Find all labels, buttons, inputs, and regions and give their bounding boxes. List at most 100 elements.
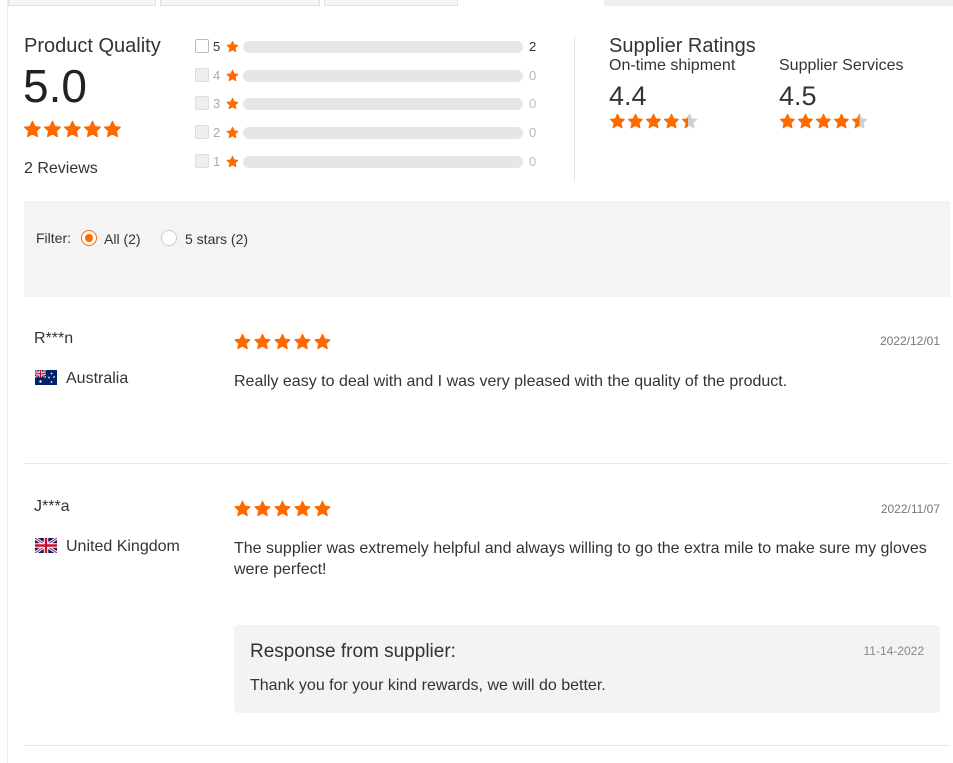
distribution-bar <box>243 156 523 168</box>
supplier-rating-stars <box>609 113 735 129</box>
radio-icon[interactable] <box>81 230 97 246</box>
review-date: 2022/12/01 <box>879 334 940 348</box>
distribution-count: 2 <box>529 39 537 54</box>
section-divider <box>574 36 575 181</box>
review-text: Really easy to deal with and I was very … <box>234 373 788 390</box>
supplier-response: Response from supplier: 11-14-2022 Thank… <box>234 625 940 713</box>
product-quality-score: 5.0 <box>23 60 87 112</box>
reviewer-country: Australia <box>66 370 129 387</box>
distribution-row-3: 3 0 <box>195 95 545 113</box>
star-icon <box>226 40 239 53</box>
star-icon <box>779 113 796 129</box>
distribution-star-level: 3 <box>213 96 221 111</box>
checkbox-icon <box>195 154 209 168</box>
star-icon <box>313 333 332 350</box>
distribution-row-2: 2 0 <box>195 124 545 142</box>
review-date: 2022/11/07 <box>880 502 940 516</box>
tab-bar <box>0 0 953 6</box>
distribution-star-level: 4 <box>213 68 221 83</box>
star-icon <box>83 120 102 138</box>
distribution-bar <box>243 127 523 139</box>
tab-2[interactable] <box>160 0 320 6</box>
filter-option-all[interactable]: All (2) <box>104 231 141 247</box>
star-icon <box>103 120 122 138</box>
star-icon <box>226 69 239 82</box>
star-icon <box>627 113 644 129</box>
supplier-rating-score: 4.4 <box>609 81 647 111</box>
distribution-star-level: 5 <box>213 39 221 54</box>
distribution-bar <box>243 41 523 53</box>
star-icon <box>273 333 292 350</box>
flag-australia-icon <box>35 370 57 385</box>
checkbox-icon <box>195 96 209 110</box>
supplier-rating-score: 4.5 <box>779 81 817 111</box>
star-icon <box>226 126 239 139</box>
checkbox-icon <box>195 125 209 139</box>
distribution-bar <box>243 98 523 110</box>
filter-panel: Filter: All (2) 5 stars (2) <box>24 201 950 297</box>
star-icon <box>313 500 332 517</box>
distribution-count: 0 <box>529 125 537 140</box>
left-divider <box>7 0 8 763</box>
product-quality-title: Product Quality <box>24 35 161 57</box>
star-icon <box>253 500 272 517</box>
star-icon <box>681 113 698 129</box>
supplier-response-title: Response from supplier: <box>250 641 456 662</box>
review-text: The supplier was extremely helpful and a… <box>234 540 927 578</box>
star-icon <box>226 155 239 168</box>
tab-active[interactable] <box>462 0 602 6</box>
distribution-bar <box>243 70 523 82</box>
star-icon <box>273 500 292 517</box>
star-icon <box>293 500 312 517</box>
star-icon <box>23 120 42 138</box>
distribution-count: 0 <box>529 68 537 83</box>
supplier-ratings-title: Supplier Ratings <box>609 35 756 57</box>
star-icon <box>226 97 239 110</box>
star-icon <box>233 500 252 517</box>
review-stars <box>233 500 332 517</box>
supplier-rating-label: On-time shipment <box>609 57 736 74</box>
supplier-rating-stars <box>779 113 904 129</box>
checkbox-icon[interactable] <box>195 39 209 53</box>
distribution-row-1: 1 0 <box>195 153 545 171</box>
star-icon <box>815 113 832 129</box>
filter-option-5-stars[interactable]: 5 stars (2) <box>185 231 248 247</box>
distribution-count: 0 <box>529 96 537 111</box>
review-item: J***a United Kingdom 2022/11/07 The supp… <box>24 465 950 746</box>
star-icon <box>663 113 680 129</box>
supplier-rating-shipment: On-time shipment 4.4 <box>609 57 735 129</box>
star-icon <box>645 113 662 129</box>
tab-1[interactable] <box>8 0 156 6</box>
star-icon <box>609 113 626 129</box>
product-quality-stars <box>23 120 122 138</box>
distribution-row-5[interactable]: 5 2 <box>195 38 545 56</box>
filter-label: Filter: <box>36 230 71 246</box>
review-count: 2 Reviews <box>24 160 98 177</box>
reviewer-name: J***a <box>34 498 70 515</box>
tab-3[interactable] <box>324 0 458 6</box>
supplier-response-date: 11-14-2022 <box>863 644 925 658</box>
flag-united-kingdom-icon <box>35 538 57 553</box>
star-icon <box>233 333 252 350</box>
reviewer-name: R***n <box>34 330 74 347</box>
distribution-star-level: 1 <box>213 154 221 169</box>
star-icon <box>293 333 312 350</box>
star-icon <box>833 113 850 129</box>
star-icon <box>797 113 814 129</box>
review-item: R***n Australia 2022/12/01 Really easy t… <box>24 298 950 464</box>
star-icon <box>851 113 868 129</box>
review-stars <box>233 333 332 350</box>
distribution-count: 0 <box>529 154 537 169</box>
supplier-response-text: Thank you for your kind rewards, we will… <box>250 677 606 694</box>
supplier-rating-services: Supplier Services 4.5 <box>779 57 904 129</box>
reviewer-country: United Kingdom <box>66 538 180 555</box>
radio-icon[interactable] <box>161 230 177 246</box>
checkbox-icon <box>195 68 209 82</box>
star-icon <box>63 120 82 138</box>
star-icon <box>253 333 272 350</box>
supplier-rating-label: Supplier Services <box>779 57 904 74</box>
distribution-row-4: 4 0 <box>195 67 545 85</box>
distribution-star-level: 2 <box>213 125 221 140</box>
tab-bar-filler <box>604 0 953 6</box>
star-icon <box>43 120 62 138</box>
